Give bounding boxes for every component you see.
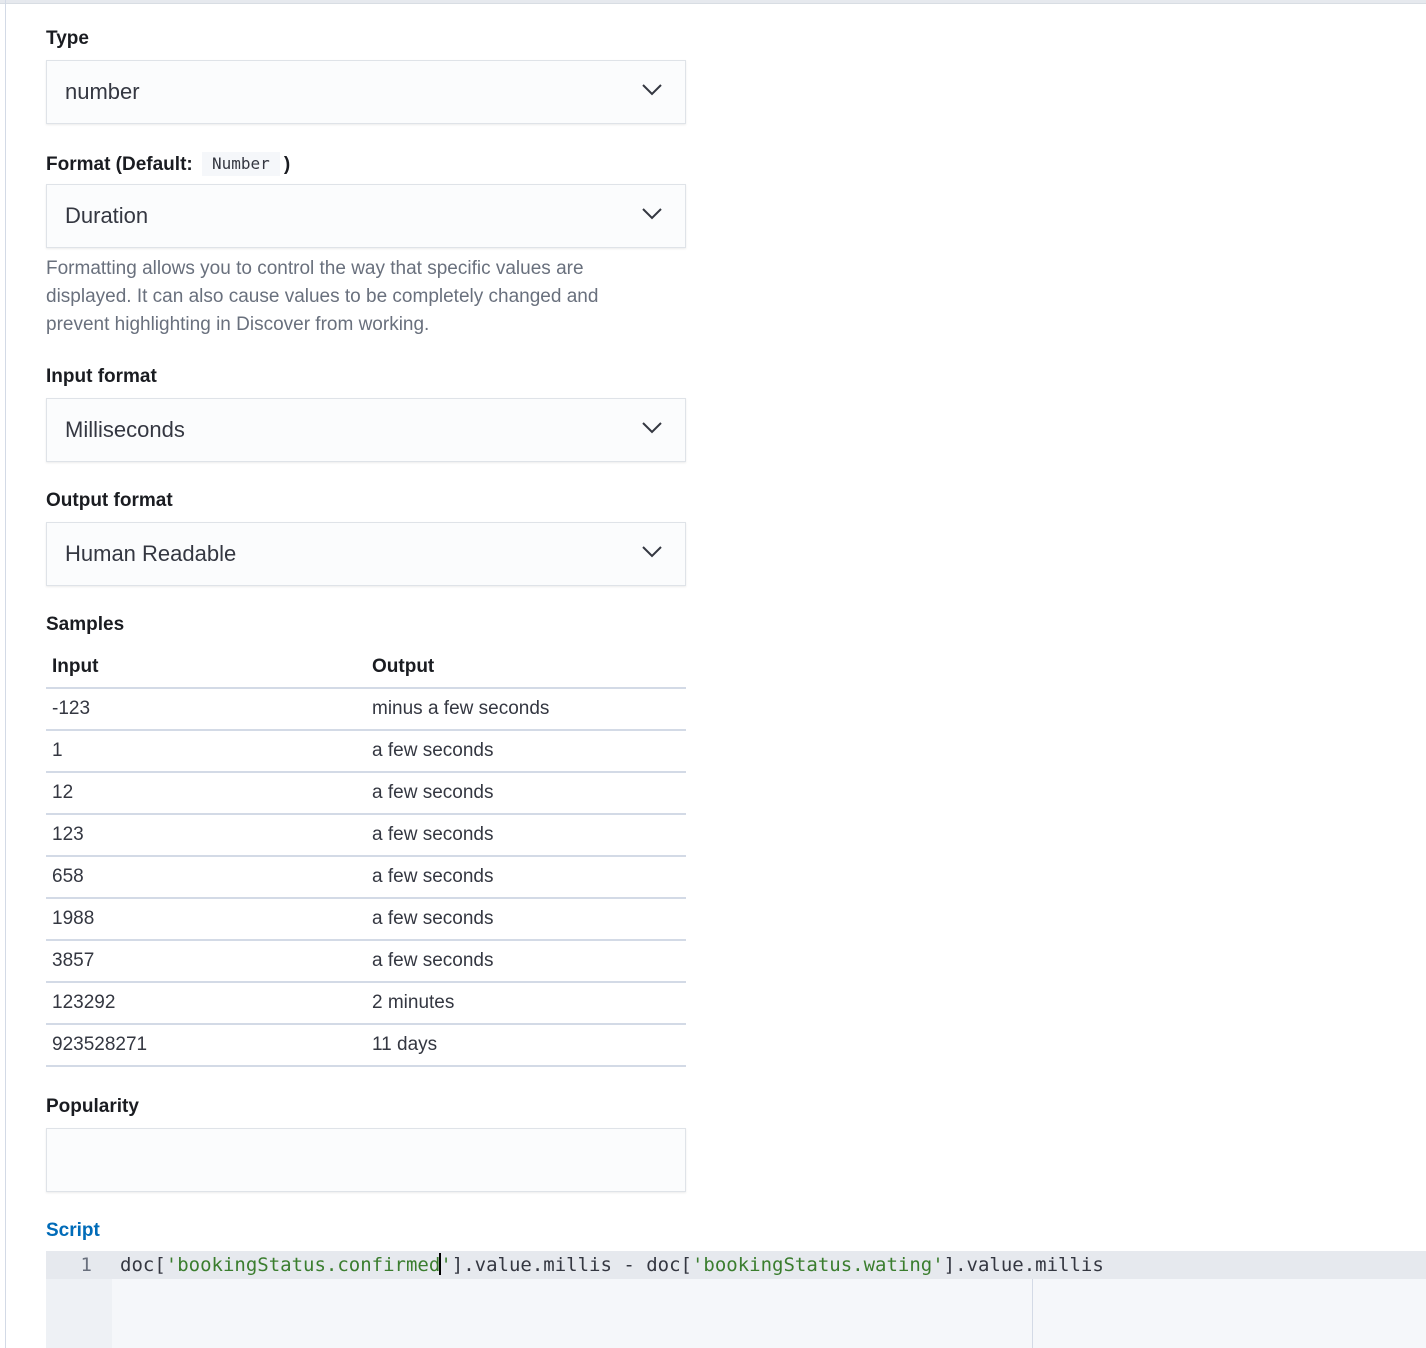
code-string-token: ' bbox=[440, 1254, 452, 1276]
table-row: 123 a few seconds bbox=[46, 814, 686, 857]
sample-output-cell: 2 minutes bbox=[366, 982, 686, 1025]
chevron-down-icon bbox=[642, 546, 662, 558]
table-row: 1 a few seconds bbox=[46, 730, 686, 773]
top-divider bbox=[0, 0, 1426, 4]
sample-output-cell: a few seconds bbox=[366, 730, 686, 773]
table-row: 923528271 11 days bbox=[46, 1024, 686, 1067]
samples-label: Samples bbox=[46, 614, 125, 635]
table-row: 123292 2 minutes bbox=[46, 982, 686, 1025]
table-row: 1988 a few seconds bbox=[46, 898, 686, 941]
table-row: 12 a few seconds bbox=[46, 772, 686, 815]
script-label[interactable]: Script bbox=[46, 1220, 100, 1242]
sample-input-cell: -123 bbox=[46, 688, 366, 731]
type-select-value: number bbox=[65, 79, 140, 104]
format-select[interactable]: Duration bbox=[46, 184, 686, 248]
input-format-select-value: Milliseconds bbox=[65, 417, 185, 442]
popularity-input[interactable] bbox=[46, 1128, 686, 1192]
chevron-down-icon bbox=[642, 84, 662, 96]
popularity-label: Popularity bbox=[46, 1096, 139, 1117]
table-row: 658 a few seconds bbox=[46, 856, 686, 899]
sample-output-cell: minus a few seconds bbox=[366, 688, 686, 731]
input-format-label: Input format bbox=[46, 366, 157, 387]
code-string-token: 'bookingStatus.wating' bbox=[691, 1254, 944, 1276]
sample-input-cell: 1988 bbox=[46, 898, 366, 941]
samples-column-output: Output bbox=[366, 646, 686, 689]
line-number: 1 bbox=[80, 1254, 92, 1276]
code-token: ].value.millis bbox=[943, 1254, 1104, 1276]
sample-input-cell: 123292 bbox=[46, 982, 366, 1025]
sample-input-cell: 658 bbox=[46, 856, 366, 899]
sample-input-cell: 3857 bbox=[46, 940, 366, 983]
chevron-down-icon bbox=[642, 422, 662, 434]
script-code-line[interactable]: doc['bookingStatus.confirmed'].value.mil… bbox=[120, 1253, 1104, 1277]
left-divider bbox=[5, 0, 6, 1348]
field-editor-page: Type number Format (Default: Number) Dur… bbox=[0, 0, 1426, 1348]
code-string-token: 'bookingStatus.confirmed bbox=[165, 1254, 441, 1276]
samples-header-row: Input Output bbox=[46, 646, 686, 689]
format-default-chip: Number bbox=[202, 152, 280, 176]
input-format-select[interactable]: Milliseconds bbox=[46, 398, 686, 462]
chevron-down-icon bbox=[642, 208, 662, 220]
output-format-select[interactable]: Human Readable bbox=[46, 522, 686, 586]
samples-table: Input Output -123 minus a few seconds 1 … bbox=[46, 646, 686, 1067]
sample-input-cell: 12 bbox=[46, 772, 366, 815]
type-select[interactable]: number bbox=[46, 60, 686, 124]
table-row: -123 minus a few seconds bbox=[46, 688, 686, 731]
type-label: Type bbox=[46, 28, 89, 49]
sample-output-cell: 11 days bbox=[366, 1024, 686, 1067]
sample-output-cell: a few seconds bbox=[366, 940, 686, 983]
format-label: Format (Default: Number) bbox=[46, 152, 290, 176]
editor-print-margin bbox=[1032, 1279, 1033, 1348]
sample-output-cell: a few seconds bbox=[366, 814, 686, 857]
samples-column-input: Input bbox=[46, 646, 366, 689]
format-select-value: Duration bbox=[65, 203, 149, 228]
output-format-label: Output format bbox=[46, 490, 173, 511]
code-token: doc[ bbox=[120, 1254, 166, 1276]
format-label-suffix: ) bbox=[283, 154, 291, 175]
output-format-select-value: Human Readable bbox=[65, 541, 237, 566]
code-token: ].value.millis - doc[ bbox=[451, 1254, 692, 1276]
format-help-text: Formatting allows you to control the way… bbox=[46, 258, 599, 335]
table-row: 3857 a few seconds bbox=[46, 940, 686, 983]
sample-input-cell: 923528271 bbox=[46, 1024, 366, 1067]
format-label-prefix: Format (Default: bbox=[46, 154, 193, 175]
sample-input-cell: 1 bbox=[46, 730, 366, 773]
sample-output-cell: a few seconds bbox=[366, 856, 686, 899]
sample-output-cell: a few seconds bbox=[366, 772, 686, 815]
sample-output-cell: a few seconds bbox=[366, 898, 686, 941]
sample-input-cell: 123 bbox=[46, 814, 366, 857]
script-editor[interactable]: 1 doc['bookingStatus.confirmed'].value.m… bbox=[46, 1251, 1426, 1348]
